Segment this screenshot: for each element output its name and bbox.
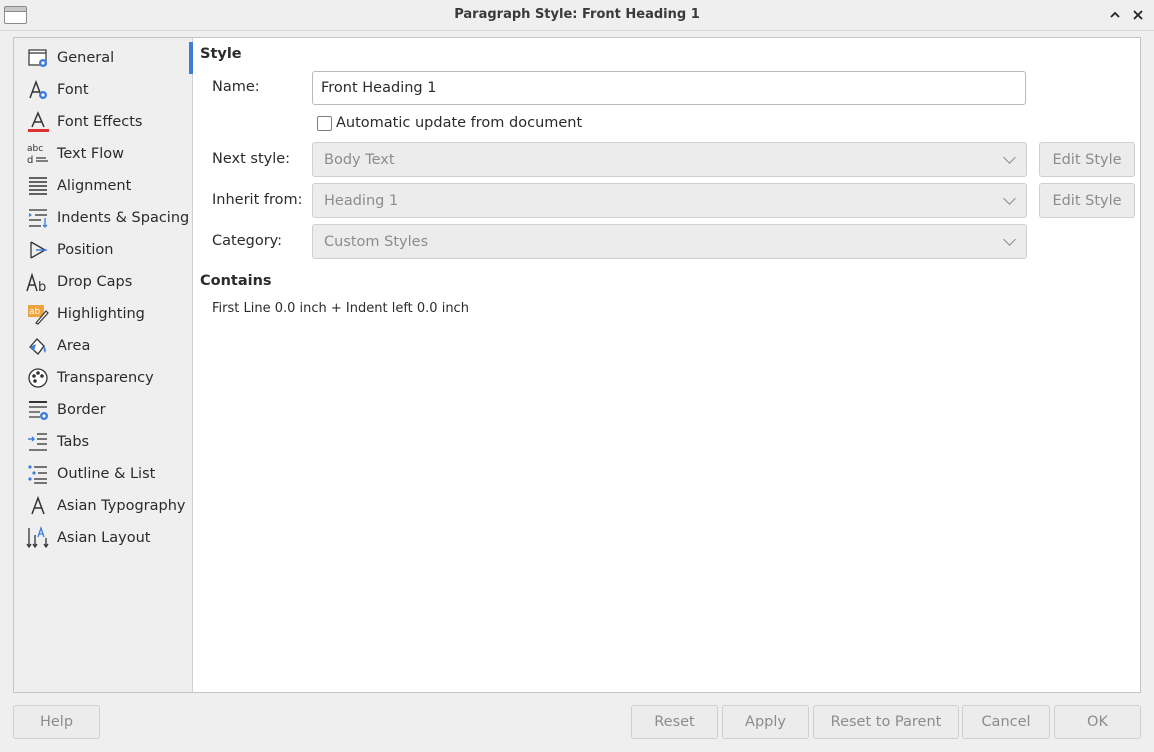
next-style-label: Next style: xyxy=(212,151,291,167)
chevron-down-icon xyxy=(1003,192,1016,205)
sidebar-item-asian-typography[interactable]: Asian Typography xyxy=(14,490,193,522)
category-label: Category: xyxy=(212,233,283,249)
auto-update-checkbox[interactable] xyxy=(317,116,332,131)
sidebar-item-label: Tabs xyxy=(57,434,90,450)
sidebar-item-highlighting[interactable]: ab Highlighting xyxy=(14,298,193,330)
sidebar-item-transparency[interactable]: Transparency xyxy=(14,362,193,394)
sidebar-item-label: Asian Typography xyxy=(57,498,186,514)
sidebar-item-font-effects[interactable]: Font Effects xyxy=(14,106,193,138)
organizer-page: Style Name: Automatic update from docume… xyxy=(194,38,1140,692)
sidebar-item-label: General xyxy=(57,50,115,66)
asian-typography-icon xyxy=(26,494,50,518)
sidebar: General Font Font Effects abc d Text Flow xyxy=(14,38,193,692)
chevron-down-icon xyxy=(1003,151,1016,164)
reset-button[interactable]: Reset xyxy=(631,705,718,739)
cancel-button[interactable]: Cancel xyxy=(962,705,1050,739)
sidebar-item-label: Asian Layout xyxy=(57,530,151,546)
style-section-title: Style xyxy=(200,46,242,62)
close-icon xyxy=(1133,10,1143,20)
general-icon xyxy=(26,46,50,70)
inherit-from-label: Inherit from: xyxy=(212,192,303,208)
sidebar-item-label: Outline & List xyxy=(57,466,156,482)
indents-spacing-icon xyxy=(26,206,50,230)
drop-caps-icon: b xyxy=(26,270,50,294)
sidebar-item-general[interactable]: General xyxy=(14,42,193,74)
text-flow-icon: abc d xyxy=(26,142,50,166)
ok-button[interactable]: OK xyxy=(1054,705,1141,739)
reset-to-parent-button[interactable]: Reset to Parent xyxy=(813,705,959,739)
sidebar-item-label: Font Effects xyxy=(57,114,143,130)
svg-text:b: b xyxy=(38,280,46,294)
area-icon xyxy=(26,334,50,358)
outline-list-icon xyxy=(26,462,50,486)
sidebar-item-alignment[interactable]: Alignment xyxy=(14,170,193,202)
alignment-icon xyxy=(26,174,50,198)
sidebar-item-label: Border xyxy=(57,402,106,418)
font-effects-icon xyxy=(26,110,50,134)
sidebar-item-border[interactable]: Border xyxy=(14,394,193,426)
contains-section-title: Contains xyxy=(200,273,272,289)
apply-button[interactable]: Apply xyxy=(722,705,809,739)
name-label: Name: xyxy=(212,79,260,95)
svg-text:d: d xyxy=(27,155,33,166)
title-bar: Paragraph Style: Front Heading 1 xyxy=(0,0,1154,31)
inherit-from-select[interactable]: Heading 1 xyxy=(312,183,1027,218)
font-icon xyxy=(26,78,50,102)
sidebar-item-asian-layout[interactable]: Asian Layout xyxy=(14,522,193,554)
next-style-select[interactable]: Body Text xyxy=(312,142,1027,177)
sidebar-item-position[interactable]: Position xyxy=(14,234,193,266)
chevron-down-icon xyxy=(1003,233,1016,246)
next-style-value: Body Text xyxy=(324,151,395,168)
close-button[interactable] xyxy=(1129,6,1147,24)
sidebar-item-tabs[interactable]: Tabs xyxy=(14,426,193,458)
dialog-frame: General Font Font Effects abc d Text Flow xyxy=(13,37,1141,693)
contains-description: First Line 0.0 inch + Indent left 0.0 in… xyxy=(212,301,469,316)
border-icon xyxy=(26,398,50,422)
selection-indicator xyxy=(189,42,193,74)
sidebar-item-drop-caps[interactable]: b Drop Caps xyxy=(14,266,193,298)
inherit-from-edit-button[interactable]: Edit Style xyxy=(1039,183,1135,218)
help-button[interactable]: Help xyxy=(13,705,100,739)
sidebar-item-label: Indents & Spacing xyxy=(57,210,190,226)
sidebar-item-label: Alignment xyxy=(57,178,132,194)
sidebar-item-label: Font xyxy=(57,82,89,98)
tabs-icon xyxy=(26,430,50,454)
svg-text:ab: ab xyxy=(29,307,41,317)
auto-update-label: Automatic update from document xyxy=(336,115,583,131)
inherit-from-value: Heading 1 xyxy=(324,192,399,209)
highlighting-icon: ab xyxy=(26,302,50,326)
svg-text:abc: abc xyxy=(27,144,43,154)
position-icon xyxy=(26,238,50,262)
sidebar-item-font[interactable]: Font xyxy=(14,74,193,106)
sidebar-item-label: Area xyxy=(57,338,91,354)
sidebar-item-outline-list[interactable]: Outline & List xyxy=(14,458,193,490)
sidebar-item-text-flow[interactable]: abc d Text Flow xyxy=(14,138,193,170)
name-input[interactable] xyxy=(312,71,1026,105)
sidebar-item-indents-spacing[interactable]: Indents & Spacing xyxy=(14,202,193,234)
chevron-up-icon xyxy=(1110,11,1120,18)
shade-button[interactable] xyxy=(1106,6,1124,24)
asian-layout-icon xyxy=(26,526,50,550)
sidebar-item-label: Transparency xyxy=(57,370,154,386)
sidebar-item-label: Position xyxy=(57,242,114,258)
next-style-edit-button[interactable]: Edit Style xyxy=(1039,142,1135,177)
sidebar-item-label: Highlighting xyxy=(57,306,145,322)
window-title: Paragraph Style: Front Heading 1 xyxy=(454,7,700,22)
category-value: Custom Styles xyxy=(324,233,429,250)
sidebar-item-label: Drop Caps xyxy=(57,274,133,290)
sidebar-item-label: Text Flow xyxy=(57,146,125,162)
sidebar-item-area[interactable]: Area xyxy=(14,330,193,362)
transparency-icon xyxy=(26,366,50,390)
category-select[interactable]: Custom Styles xyxy=(312,224,1027,259)
